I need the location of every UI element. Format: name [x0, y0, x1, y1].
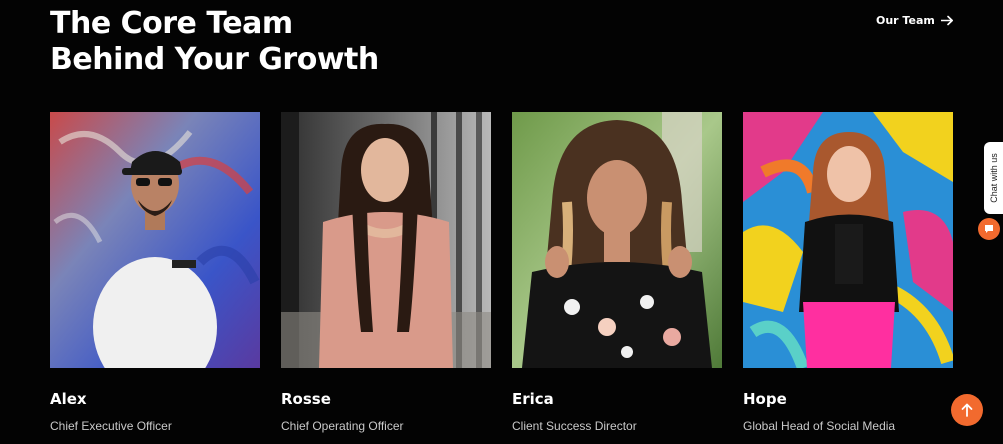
- team-name: Alex: [50, 390, 87, 408]
- team-role: Client Success Director: [512, 419, 637, 433]
- chat-bubble-icon[interactable]: [978, 218, 1000, 240]
- team-card-hope[interactable]: Hope Global Head of Social Media: [743, 112, 953, 433]
- team-photo-alex: [50, 112, 260, 368]
- arrow-right-icon: [940, 15, 953, 26]
- team-role: Chief Operating Officer: [281, 419, 404, 433]
- team-photo-rosse: [281, 112, 491, 368]
- team-name: Erica: [512, 390, 554, 408]
- team-card-alex[interactable]: Alex Chief Executive Officer: [50, 112, 260, 433]
- our-team-link-label: Our Team: [876, 14, 935, 27]
- chat-with-us-tab[interactable]: Chat with us: [984, 142, 1003, 214]
- arrow-up-icon: [961, 403, 973, 417]
- team-card-erica[interactable]: Erica Client Success Director: [512, 112, 722, 433]
- team-role: Chief Executive Officer: [50, 419, 172, 433]
- scroll-to-top-button[interactable]: [951, 394, 983, 426]
- section-title-line-2: Behind Your Growth: [50, 42, 379, 77]
- team-photo-erica: [512, 112, 722, 368]
- team-name: Hope: [743, 390, 787, 408]
- team-card-rosse[interactable]: Rosse Chief Operating Officer: [281, 112, 491, 433]
- section-title: The Core Team Behind Your Growth: [50, 6, 379, 78]
- team-role: Global Head of Social Media: [743, 419, 896, 433]
- chat-with-us-label: Chat with us: [988, 153, 999, 203]
- our-team-link[interactable]: Our Team: [876, 14, 954, 27]
- team-name: Rosse: [281, 390, 331, 408]
- team-photo-hope: [743, 112, 953, 368]
- section-title-line-1: The Core Team: [50, 6, 293, 41]
